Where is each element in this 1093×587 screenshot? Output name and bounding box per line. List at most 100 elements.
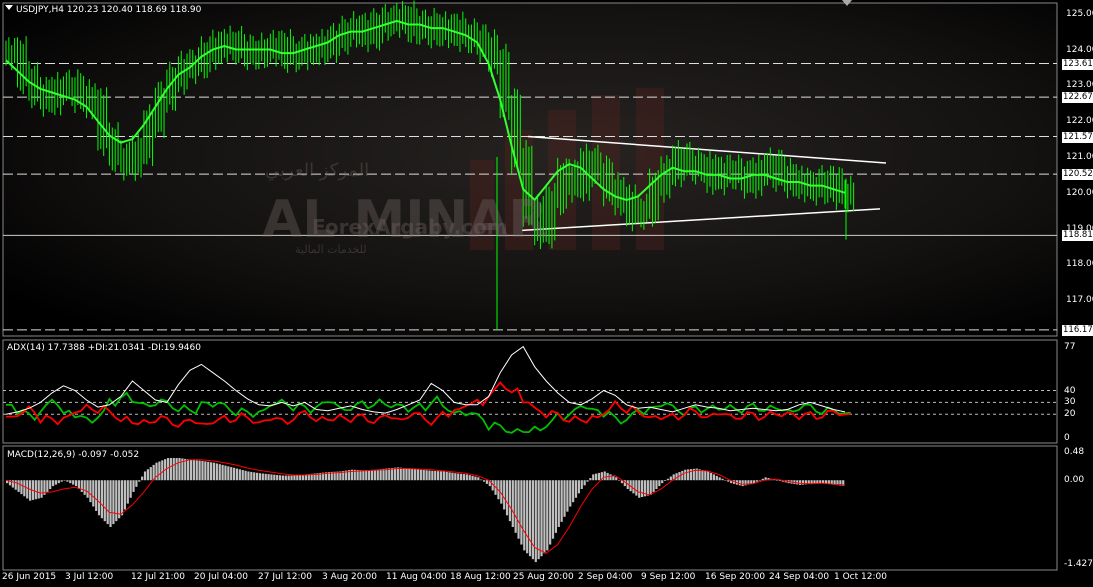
macd-histogram-bar [399,467,402,481]
macd-histogram-bar [57,480,60,484]
price-tick-label: 124.00 [1066,44,1093,55]
macd-histogram-bar [419,469,422,481]
macd-histogram-bar [563,480,566,517]
macd-histogram-bar [69,480,72,484]
macd-histogram-bar [658,480,661,487]
macd-histogram-bar [543,480,546,554]
macd-histogram-bar [97,480,101,516]
macd-histogram-bar [557,480,560,527]
macd-histogram-bar [20,480,23,495]
time-tick-label: 12 Jul 21:00 [131,572,185,582]
macd-histogram-bar [60,480,63,482]
macd-histogram-bar [235,468,239,481]
macd-histogram-bar [574,480,578,498]
time-tick-label: 2 Sep 04:00 [578,572,633,582]
macd-histogram-bar [267,474,270,481]
macd-histogram-bar [261,473,264,481]
macd-histogram-bar [704,470,707,481]
macd-histogram-bar [89,480,92,503]
macd-histogram-bar [218,464,221,481]
macd-histogram-bar [287,475,290,481]
macd-histogram-bar [270,474,273,481]
time-tick-label: 20 Jul 04:00 [194,572,248,582]
price-tick-label: 118.00 [1066,259,1093,270]
macd-histogram-bar [758,480,762,481]
price-tick-label: 121.00 [1066,151,1093,162]
macd-histogram-bar [244,470,247,481]
macd-histogram-bar [224,465,227,481]
macd-histogram-bar [370,469,374,481]
macd-histogram-bar [718,477,721,481]
macd-tick-label: -1.427 [1064,558,1093,569]
macd-histogram-bar [178,458,181,481]
shift-marker-icon[interactable] [842,0,852,6]
price-level-label: 122.67 [1062,92,1093,104]
macd-histogram-bar [37,480,40,499]
macd-histogram-bar [103,480,106,522]
macd-histogram-bar [572,480,575,503]
macd-histogram-bar [589,478,592,481]
macd-histogram-bar [192,460,195,481]
macd-histogram-bar [465,474,468,481]
price-level-label: 121.57 [1062,131,1093,143]
macd-histogram-bar [675,473,678,481]
macd-histogram-bar [126,480,129,504]
macd-histogram-bar [511,480,514,527]
macd-histogram-bar [442,471,445,481]
macd-histogram-bar [595,473,598,481]
macd-histogram-bar [138,480,141,482]
macd-histogram-bar [646,480,649,496]
macd-histogram-bar [195,460,198,481]
macd-histogram-bar [684,469,687,481]
macd-histogram-bar [583,480,586,486]
macd-histogram-bar [146,469,149,481]
macd-histogram-bar [373,469,376,481]
macd-histogram-bar [566,480,569,512]
macd-histogram-bar [362,470,365,481]
trading-chart[interactable] [0,0,1093,587]
macd-histogram-bar [485,480,489,484]
macd-histogram-bar [526,480,529,554]
macd-histogram-bar [431,470,434,481]
macd-histogram-bar [230,467,233,481]
macd-histogram-bar [123,480,127,510]
time-tick-label: 9 Sep 12:00 [641,572,696,582]
macd-histogram-bar [462,474,466,481]
macd-histogram-bar [523,480,526,551]
price-tick-label: 125.00 [1066,8,1093,19]
macd-histogram-bar [586,480,589,482]
macd-histogram-bar [560,480,563,522]
macd-histogram-bar [609,474,612,481]
macd-histogram-bar [686,469,690,481]
time-tick-label: 27 Jul 12:00 [258,572,312,582]
macd-histogram-bar [468,475,471,481]
macd-histogram-bar [255,472,259,481]
macd-histogram-bar [80,480,83,492]
macd-histogram-bar [26,480,29,499]
macd-histogram-bar [649,480,652,495]
macd-histogram-bar [638,480,641,498]
macd-histogram-bar [393,467,397,481]
macd-histogram-bar [385,468,388,481]
macd-histogram-bar [457,473,460,481]
macd-histogram-bar [436,471,440,481]
macd-histogram-bar [359,470,362,481]
macd-histogram-bar [46,480,49,492]
macd-histogram-bar [166,458,170,481]
macd-histogram-bar [221,464,224,481]
macd-histogram-bar [531,480,535,560]
macd-histogram-bar [365,470,368,481]
macd-histogram-bar [534,480,537,563]
symbol-dropdown-icon[interactable] [5,5,13,10]
adx-tick-label: 77 [1064,341,1076,352]
macd-histogram-bar [299,474,302,481]
macd-histogram-bar [135,480,138,487]
macd-histogram-bar [681,470,684,481]
macd-histogram-bar [655,480,658,489]
macd-histogram-bar [66,480,69,482]
macd-histogram-bar [34,480,37,500]
macd-histogram-bar [549,480,552,545]
macd-histogram-bar [439,471,443,481]
macd-histogram-bar [528,480,532,557]
macd-histogram-bar [115,480,118,522]
